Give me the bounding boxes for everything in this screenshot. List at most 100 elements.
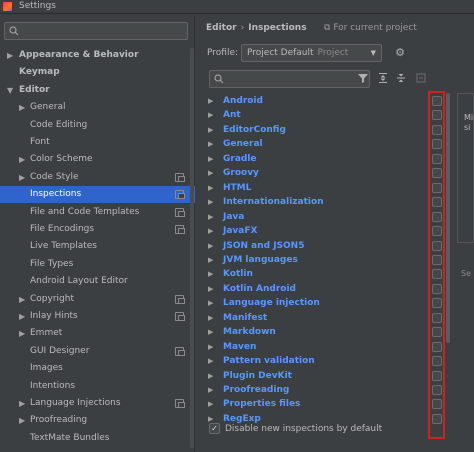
chevron-right-icon[interactable]: ▶ — [19, 169, 25, 186]
inspection-group-row[interactable]: ▶ Kotlin Android — [208, 282, 428, 296]
chevron-right-icon[interactable]: ▶ — [208, 108, 213, 122]
chevron-right-icon[interactable]: ▶ — [19, 325, 25, 342]
inspection-group-row[interactable]: ▶ Plugin DevKit — [208, 369, 428, 383]
chevron-right-icon[interactable]: ▶ — [208, 397, 213, 411]
inspection-group-label: Kotlin Android — [223, 283, 296, 294]
sidebar-item[interactable]: Intentions — [0, 378, 195, 395]
gear-icon[interactable]: ⚙ — [394, 47, 406, 59]
inspection-group-row[interactable]: ▶ Maven — [208, 340, 428, 354]
chevron-right-icon[interactable]: ▶ — [19, 151, 25, 168]
filter-icon[interactable] — [356, 72, 370, 86]
sidebar-item[interactable]: File Encodings — [0, 221, 195, 238]
sidebar-item[interactable]: ▶ Code Style — [0, 169, 195, 186]
chevron-right-icon[interactable]: ▶ — [208, 354, 213, 368]
chevron-right-icon[interactable]: ▶ — [208, 340, 213, 354]
sidebar-item[interactable]: ▶ General — [0, 99, 195, 116]
sidebar-item[interactable]: ▶ Copyright — [0, 291, 195, 308]
profile-value: Project Default — [247, 48, 314, 58]
inspections-panel: Editor › Inspections ⧉ For current project… — [196, 15, 474, 452]
inspection-group-row[interactable]: ▶ JavaFX — [208, 224, 428, 238]
sidebar-item[interactable]: ▶ Appearance & Behavior — [0, 47, 195, 64]
sidebar-item[interactable]: TextMate Bundles — [0, 430, 195, 447]
sidebar-item-label: Code Style — [30, 171, 79, 182]
disable-new-inspections-checkbox[interactable]: ✓ — [209, 423, 220, 434]
chevron-right-icon[interactable]: ▶ — [208, 137, 213, 151]
description-text: Mi si — [464, 113, 474, 132]
chevron-down-icon[interactable]: ▼ — [7, 82, 13, 99]
inspection-group-row[interactable]: ▶ Groovy — [208, 166, 428, 180]
chevron-right-icon[interactable]: ▶ — [208, 239, 213, 253]
settings-sidebar: ▶ Appearance & Behavior Keymap ▼ Editor ▶ Gene… — [0, 15, 195, 452]
inspection-group-row[interactable]: ▶ Markdown — [208, 325, 428, 339]
chevron-right-icon[interactable]: ▶ — [19, 99, 25, 116]
chevron-right-icon[interactable]: ▶ — [208, 166, 213, 180]
sidebar-item-label: Copyright — [30, 293, 74, 304]
inspection-group-row[interactable]: ▶ Proofreading — [208, 383, 428, 397]
chevron-right-icon[interactable]: ▶ — [208, 253, 213, 267]
inspection-group-row[interactable]: ▶ Manifest — [208, 311, 428, 325]
chevron-right-icon[interactable]: ▶ — [208, 94, 213, 108]
chevron-right-icon[interactable]: ▶ — [208, 210, 213, 224]
sidebar-item[interactable]: File and Code Templates — [0, 204, 195, 221]
chevron-right-icon[interactable]: ▶ — [19, 395, 25, 412]
sidebar-item[interactable]: Live Templates — [0, 238, 195, 255]
sidebar-item[interactable]: ▶ Proofreading — [0, 412, 195, 429]
sidebar-item[interactable]: ▶ Language Injections — [0, 395, 195, 412]
chevron-right-icon[interactable]: ▶ — [19, 291, 25, 308]
inspection-group-row[interactable]: ▶ Ant — [208, 108, 428, 122]
settings-search-input[interactable] — [23, 24, 183, 38]
chevron-right-icon[interactable]: ▶ — [208, 267, 213, 281]
inspection-group-row[interactable]: ▶ JVM languages — [208, 253, 428, 267]
inspection-group-row[interactable]: ▶ HTML — [208, 181, 428, 195]
breadcrumb-separator: › — [240, 23, 245, 33]
inspection-group-row[interactable]: ▶ Language injection — [208, 296, 428, 310]
sidebar-item[interactable]: Inspections — [0, 186, 195, 204]
chevron-right-icon[interactable]: ▶ — [208, 152, 213, 166]
inspection-group-row[interactable]: ▶ EditorConfig — [208, 123, 428, 137]
expand-all-icon[interactable] — [376, 72, 390, 86]
inspections-search-field[interactable] — [209, 70, 370, 88]
inspection-group-row[interactable]: ▶ JSON and JSON5 — [208, 239, 428, 253]
profile-dropdown[interactable]: Project Default Project ▼ — [241, 44, 382, 62]
chevron-right-icon[interactable]: ▶ — [208, 369, 213, 383]
chevron-right-icon[interactable]: ▶ — [208, 311, 213, 325]
chevron-right-icon[interactable]: ▶ — [19, 412, 25, 429]
breadcrumb-editor[interactable]: Editor — [206, 23, 237, 33]
inspection-group-row[interactable]: ▶ General — [208, 137, 428, 151]
inspection-group-row[interactable]: ▶ Pattern validation — [208, 354, 428, 368]
chevron-right-icon[interactable]: ▶ — [7, 47, 13, 64]
chevron-right-icon[interactable]: ▶ — [208, 325, 213, 339]
chevron-right-icon[interactable]: ▶ — [208, 195, 213, 209]
sidebar-item[interactable]: Code Editing — [0, 117, 195, 134]
inspection-group-row[interactable]: ▶ Android — [208, 94, 428, 108]
sidebar-scrollbar[interactable] — [190, 48, 194, 448]
inspection-group-row[interactable]: ▶ Properties files — [208, 397, 428, 411]
sidebar-item[interactable]: Font — [0, 134, 195, 151]
sidebar-item[interactable]: Images — [0, 360, 195, 377]
chevron-right-icon[interactable]: ▶ — [19, 308, 25, 325]
chevron-right-icon[interactable]: ▶ — [208, 296, 213, 310]
sidebar-item[interactable]: ▶ Color Scheme — [0, 151, 195, 168]
inspection-group-label: Plugin DevKit — [223, 370, 292, 381]
reset-icon[interactable] — [414, 72, 428, 86]
sidebar-item[interactable]: ▶ Inlay Hints — [0, 308, 195, 325]
chevron-right-icon[interactable]: ▶ — [208, 282, 213, 296]
sidebar-item[interactable]: ▼ Editor — [0, 82, 195, 99]
chevron-right-icon[interactable]: ▶ — [208, 181, 213, 195]
collapse-all-icon[interactable] — [394, 72, 408, 86]
sidebar-item[interactable]: ▶ Emmet — [0, 325, 195, 342]
sidebar-item[interactable]: Android Layout Editor — [0, 273, 195, 290]
inspections-scrollbar[interactable] — [446, 93, 450, 343]
chevron-right-icon[interactable]: ▶ — [208, 224, 213, 238]
inspection-group-row[interactable]: ▶ Kotlin — [208, 267, 428, 281]
chevron-right-icon[interactable]: ▶ — [208, 383, 213, 397]
inspection-group-row[interactable]: ▶ Java — [208, 210, 428, 224]
sidebar-item[interactable]: Keymap — [0, 64, 195, 81]
sidebar-item[interactable]: GUI Designer — [0, 343, 195, 360]
sidebar-item[interactable]: File Types — [0, 256, 195, 273]
chevron-right-icon[interactable]: ▶ — [208, 123, 213, 137]
sidebar-item-label: GUI Designer — [30, 345, 90, 356]
inspection-group-row[interactable]: ▶ Gradle — [208, 152, 428, 166]
settings-search-field[interactable] — [4, 22, 188, 40]
inspection-group-row[interactable]: ▶ Internationalization — [208, 195, 428, 209]
